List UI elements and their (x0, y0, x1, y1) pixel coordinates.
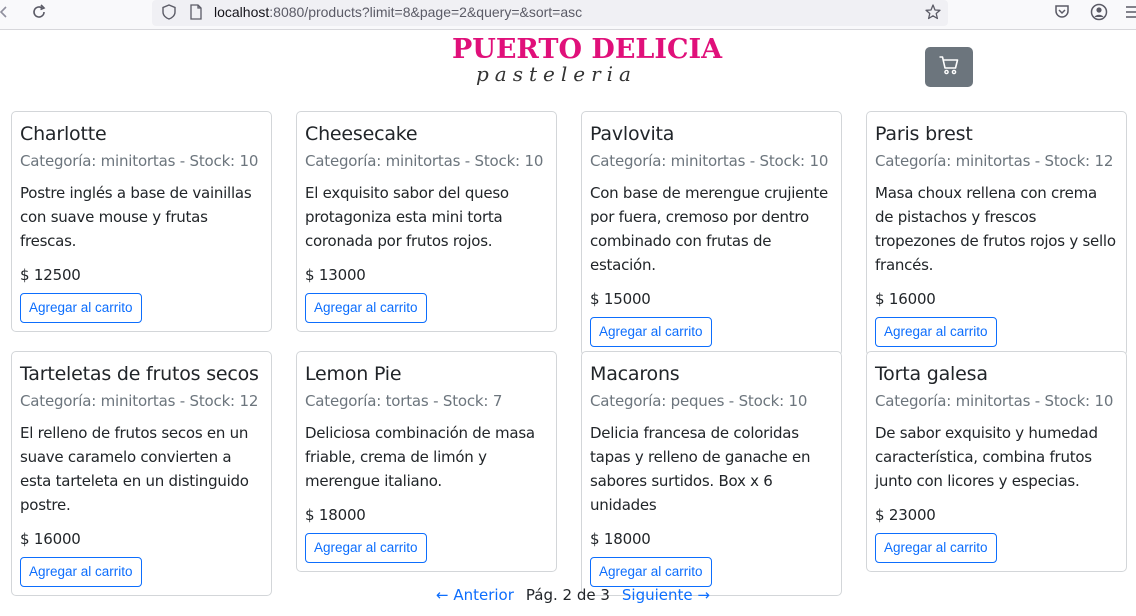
add-to-cart-button[interactable]: Agregar al carrito (590, 557, 712, 587)
product-meta: Categoría: tortas - Stock: 7 (305, 392, 503, 410)
product-description: Delicia francesa de coloridas tapas y re… (590, 424, 811, 514)
product-price: $ 16000 (20, 530, 81, 548)
menu-icon[interactable] (1124, 2, 1136, 22)
product-meta: Categoría: minitortas - Stock: 10 (20, 152, 259, 170)
add-to-cart-button[interactable]: Agregar al carrito (875, 533, 997, 563)
product-price: $ 12500 (20, 266, 81, 284)
product-card: Paris brest Categoría: minitortas - Stoc… (866, 111, 1127, 356)
brand-logo-title: PUERTO DELICIA (452, 34, 723, 65)
product-card: Lemon Pie Categoría: tortas - Stock: 7 D… (296, 351, 557, 572)
add-to-cart-button[interactable]: Agregar al carrito (305, 293, 427, 323)
product-meta: Categoría: peques - Stock: 10 (590, 392, 808, 410)
pocket-icon[interactable] (1052, 2, 1072, 22)
product-price: $ 23000 (875, 506, 936, 524)
browser-toolbar: localhost:8080/products?limit=8&page=2&q… (0, 0, 1136, 30)
product-title: Lemon Pie (305, 363, 402, 385)
product-price: $ 13000 (305, 266, 366, 284)
product-card: Cheesecake Categoría: minitortas - Stock… (296, 111, 557, 332)
address-bar[interactable]: localhost:8080/products?limit=8&page=2&q… (152, 0, 948, 26)
product-description: Deliciosa combinación de masa friable, c… (305, 424, 535, 490)
product-price: $ 18000 (305, 506, 366, 524)
product-description: El exquisito sabor del queso protagoniza… (305, 184, 509, 250)
product-meta: Categoría: minitortas - Stock: 10 (590, 152, 829, 170)
brand-logo-subtitle: pasteleria (476, 62, 637, 86)
product-title: Pavlovita (590, 123, 675, 145)
pagination: ← Anterior Pág. 2 de 3 Siguiente → (436, 586, 710, 604)
product-title: Tarteletas de frutos secos (20, 363, 259, 385)
product-description: Con base de merengue crujiente por fuera… (590, 184, 829, 274)
product-card: Macarons Categoría: peques - Stock: 10 D… (581, 351, 842, 596)
cart-button[interactable] (925, 47, 973, 87)
product-meta: Categoría: minitortas - Stock: 10 (305, 152, 544, 170)
add-to-cart-button[interactable]: Agregar al carrito (590, 317, 712, 347)
product-price: $ 15000 (590, 290, 651, 308)
previous-page-link[interactable]: ← Anterior (436, 586, 514, 604)
product-title: Paris brest (875, 123, 973, 145)
product-title: Charlotte (20, 123, 107, 145)
add-to-cart-button[interactable]: Agregar al carrito (20, 293, 142, 323)
url-path: :8080/products?limit=8&page=2&query=&sor… (269, 4, 583, 20)
bookmark-star-icon[interactable] (924, 3, 942, 21)
product-title: Macarons (590, 363, 680, 385)
product-meta: Categoría: minitortas - Stock: 12 (875, 152, 1114, 170)
add-to-cart-button[interactable]: Agregar al carrito (305, 533, 427, 563)
url-text[interactable]: localhost:8080/products?limit=8&page=2&q… (214, 4, 582, 20)
shield-icon[interactable] (160, 3, 178, 21)
account-icon[interactable] (1089, 2, 1109, 22)
add-to-cart-button[interactable]: Agregar al carrito (20, 557, 142, 587)
product-meta: Categoría: minitortas - Stock: 10 (875, 392, 1114, 410)
url-host: localhost (214, 4, 270, 20)
product-description: El relleno de frutos secos en un suave c… (20, 424, 249, 514)
product-description: Postre inglés a base de vainillas con su… (20, 184, 252, 250)
product-description: De sabor exquisito y humedad característ… (875, 424, 1098, 490)
product-title: Torta galesa (875, 363, 988, 385)
product-card: Charlotte Categoría: minitortas - Stock:… (11, 111, 272, 332)
product-price: $ 16000 (875, 290, 936, 308)
add-to-cart-button[interactable]: Agregar al carrito (875, 317, 997, 347)
product-card: Tarteletas de frutos secos Categoría: mi… (11, 351, 272, 596)
back-icon[interactable] (0, 0, 16, 24)
product-card: Pavlovita Categoría: minitortas - Stock:… (581, 111, 842, 356)
page-icon (188, 3, 204, 21)
cart-icon (938, 54, 960, 80)
product-description: Masa choux rellena con crema de pistacho… (875, 184, 1116, 274)
reload-icon[interactable] (27, 0, 51, 24)
product-price: $ 18000 (590, 530, 651, 548)
product-card: Torta galesa Categoría: minitortas - Sto… (866, 351, 1127, 572)
next-page-link[interactable]: Siguiente → (622, 586, 710, 604)
product-title: Cheesecake (305, 123, 418, 145)
page-indicator: Pág. 2 de 3 (525, 586, 610, 604)
product-meta: Categoría: minitortas - Stock: 12 (20, 392, 259, 410)
